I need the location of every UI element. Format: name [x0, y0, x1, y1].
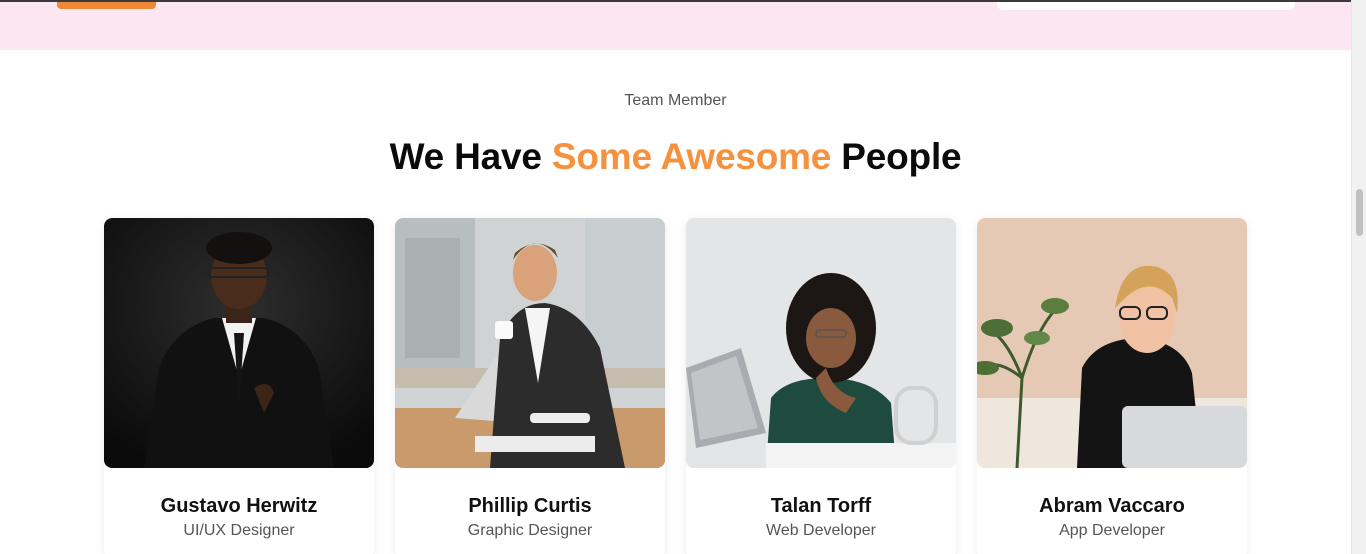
woman-laptop-photo: [686, 218, 956, 468]
member-name: Talan Torff: [770, 495, 872, 517]
hero-cta-button[interactable]: [57, 2, 156, 9]
team-card-phillip[interactable]: Phillip Curtis Graphic Designer: [395, 218, 665, 554]
member-role: Graphic Designer: [467, 522, 593, 539]
member-name: Abram Vaccaro: [1039, 495, 1185, 517]
section-heading: We Have Some Awesome People: [0, 136, 1351, 178]
man-black-suit-photo: [104, 218, 374, 468]
member-name: Phillip Curtis: [468, 495, 592, 517]
team-card-abram[interactable]: Abram Vaccaro App Developer: [977, 218, 1247, 554]
page-scrollbar[interactable]: [1351, 0, 1366, 554]
team-card-talan[interactable]: Talan Torff Web Developer: [686, 218, 956, 554]
team-card-gustavo[interactable]: Gustavo Herwitz UI/UX Designer: [104, 218, 374, 554]
woman-glasses-photo: [977, 218, 1247, 468]
member-role: App Developer: [1059, 522, 1165, 539]
heading-text-start: We Have: [389, 136, 542, 177]
scrollbar-thumb[interactable]: [1356, 189, 1363, 236]
section-eyebrow: Team Member: [624, 92, 727, 109]
heading-text-end: People: [841, 136, 962, 177]
member-role: Web Developer: [766, 522, 876, 539]
heading-accent-text: Some Awesome: [551, 136, 832, 177]
hero-form-field[interactable]: [997, 2, 1295, 10]
member-name: Gustavo Herwitz: [160, 495, 318, 517]
man-office-coffee-photo: [395, 218, 665, 468]
member-role: UI/UX Designer: [183, 522, 295, 539]
